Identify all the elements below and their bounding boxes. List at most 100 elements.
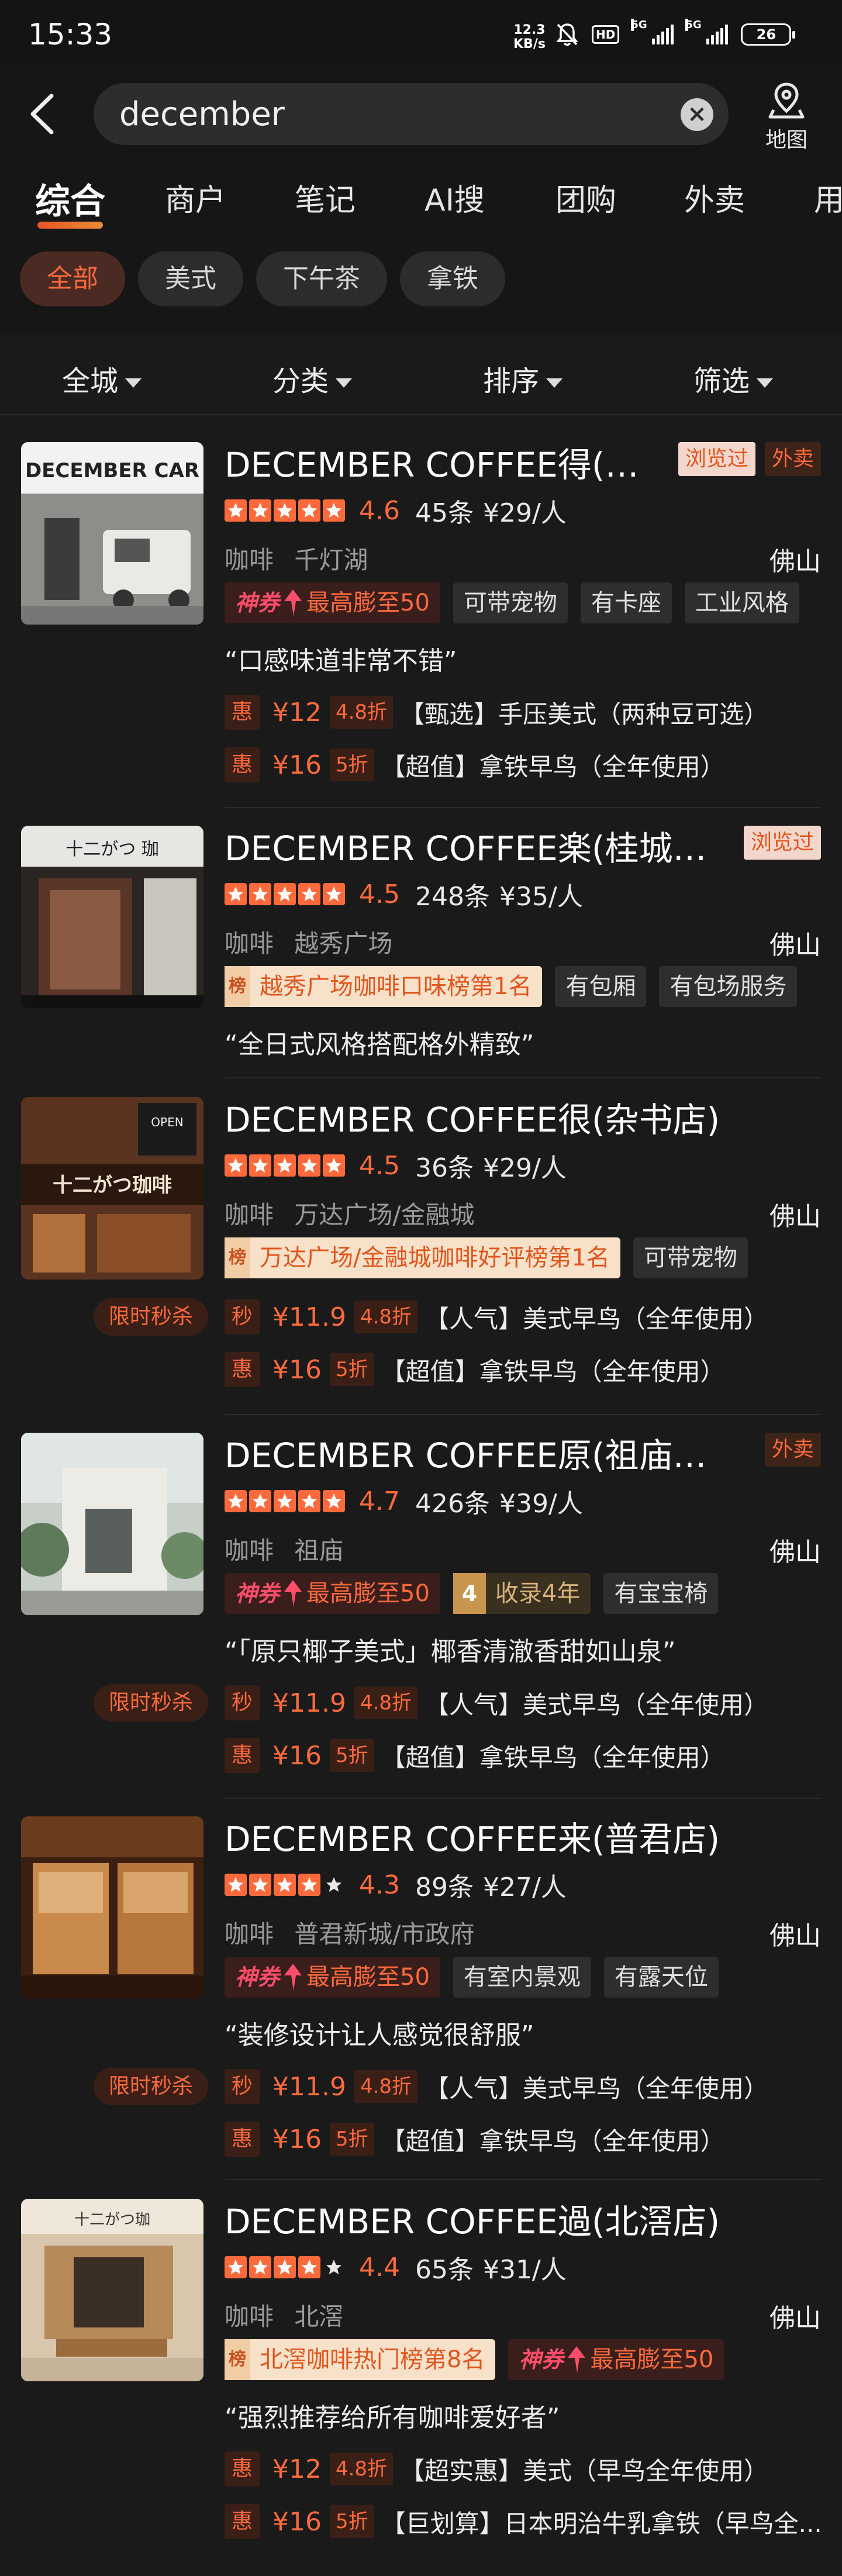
price-per-person: ¥27/人 [482,1872,567,1902]
deal-row[interactable]: 秒 ¥11.9 4.8折 【人气】美式早鸟（全年使用） [225,1684,768,1722]
deal-discount: 5折 [329,749,374,781]
rating-row: 4.5 36条 ¥29/人 [225,1150,567,1183]
price-per-person: ¥29/人 [482,1153,567,1183]
deal-name: 【巨划算】日本明治牛乳拿铁（早鸟全... [381,2509,822,2538]
divider [225,807,821,808]
star-icon [274,883,296,905]
store-badges: 外卖 [764,1433,821,1467]
feature-tag: 有室内景观 [453,1957,591,1998]
filter-screen[interactable]: 筛选 [693,358,773,399]
tab-delivery[interactable]: 外卖 [684,175,745,219]
star-icon [225,1490,247,1512]
feature-tag: 有露天位 [603,1957,719,1998]
star-rating [225,1490,345,1512]
rating-score: 4.3 [359,1870,400,1900]
filter-city[interactable]: 全城 [62,358,142,399]
coupon-tag[interactable]: 神券 最高膨至50 [225,582,440,623]
deal-row[interactable]: 惠 ¥16 5折 【巨划算】日本明治牛乳拿铁（早鸟全... [225,2503,822,2540]
star-icon [249,1490,271,1512]
arrow-up-icon [284,1580,302,1607]
network-speed-unit: KB/s [513,37,546,51]
review-count: 248条 [415,882,490,912]
coupon-label: 神券 [235,1581,280,1606]
filter-bar: 全城 分类 排序 筛选 [0,334,842,415]
price-per-person: ¥29/人 [482,498,567,528]
battery-icon: 26 [741,23,796,46]
chip-afternoon-tea[interactable]: 下午茶 [256,251,387,306]
ranking-tag[interactable]: 榜 万达广场/金融城咖啡好评榜第1名 [225,1237,620,1278]
search-box[interactable]: × [94,83,729,145]
star-rating [225,1154,345,1177]
storefront-sign: DECEMBER CAR [25,459,199,482]
status-time: 15:33 [28,18,113,51]
store-badges: 浏览过 外卖 [678,442,821,476]
chip-latte[interactable]: 拿铁 [400,251,505,306]
coupon-text: 最高膨至50 [306,589,430,616]
tab-group-buy[interactable]: 团购 [555,175,616,219]
tab-merchants[interactable]: 商户 [165,175,226,219]
store-name[interactable]: DECEMBER COFFEE過(北滘店) [225,2194,720,2243]
back-button[interactable] [23,88,61,140]
deal-type-badge: 惠 [225,2122,260,2157]
star-icon [298,1490,320,1512]
map-label: 地图 [765,128,808,152]
coupon-tag[interactable]: 神券 最高膨至50 [225,1957,440,1998]
store-name[interactable]: DECEMBER COFFEE来(普君店) [225,1812,720,1861]
store-name[interactable]: DECEMBER COFFEE很(杂书店) [225,1092,720,1142]
area: 越秀广场 [294,929,393,958]
deal-discount: 5折 [329,2505,374,2538]
map-button[interactable]: 地图 [754,81,819,152]
coupon-tag[interactable]: 神券 最高膨至50 [508,2339,724,2380]
delivery-badge: 外卖 [764,1433,821,1467]
deal-row[interactable]: 惠 ¥12 4.8折 【超实惠】美式（早鸟全年使用） [225,2450,768,2488]
clear-search-button[interactable]: × [681,98,713,131]
search-input[interactable] [119,95,634,133]
mute-bell-icon [556,23,578,46]
filter-sort[interactable]: 排序 [483,358,563,399]
ranking-tag[interactable]: 榜 越秀广场咖啡口味榜第1名 [225,966,543,1007]
store-photo [21,1816,203,1999]
tab-ai-search[interactable]: AI搜 [425,175,485,219]
star-rating [225,1874,345,1896]
divider [225,2179,821,2180]
store-name[interactable]: DECEMBER COFFEE得(手... [225,437,657,487]
deal-row[interactable]: 惠 ¥16 5折 【超值】拿铁早鸟（全年使用） [225,1737,725,1774]
arrow-up-icon [568,2346,586,2373]
star-icon [274,1490,296,1512]
feature-tag: 可带宠物 [453,582,568,623]
coupon-label: 神券 [235,590,280,616]
deal-row[interactable]: 惠 ¥16 5折 【超值】拿铁早鸟（全年使用） [225,2120,725,2158]
deal-row[interactable]: 惠 ¥16 5折 【超值】拿铁早鸟（全年使用） [225,1351,725,1388]
network-speed-value: 12.3 [513,23,546,37]
star-icon [225,2256,247,2278]
feature-tag: 可带宠物 [633,1237,748,1278]
arrow-up-icon [284,589,302,616]
star-icon [225,1154,247,1177]
star-icon [323,2256,345,2278]
rating-row: 4.3 89条 ¥27/人 [225,1869,567,1902]
chip-all[interactable]: 全部 [20,251,125,306]
filter-category[interactable]: 分类 [272,358,352,399]
tab-notes[interactable]: 笔记 [295,175,356,219]
category: 咖啡 [225,1920,274,1949]
store-name[interactable]: DECEMBER COFFEE楽(桂城桂... [225,821,727,870]
signal-5g-label-2: 5G [685,19,702,31]
star-icon [225,1874,247,1896]
store-name[interactable]: DECEMBER COFFEE原(祖庙店) [225,1428,716,1477]
store-badges: 浏览过 [743,826,821,860]
deal-row[interactable]: 秒 ¥11.9 4.8折 【人气】美式早鸟（全年使用） [225,1298,768,1336]
coupon-text: 最高膨至50 [306,1964,430,1991]
deal-row[interactable]: 惠 ¥16 5折 【超值】拿铁早鸟（全年使用） [225,746,725,784]
delivery-badge: 外卖 [764,442,821,476]
deal-row[interactable]: 惠 ¥12 4.8折 【甄选】手压美式（两种豆可选） [225,694,768,731]
tab-comprehensive[interactable]: 综合 [35,173,105,229]
coupon-tag[interactable]: 神券 最高膨至50 [225,1573,440,1614]
divider [225,1414,821,1415]
deal-name: 【甄选】手压美式（两种豆可选） [400,699,769,729]
deal-row[interactable]: 秒 ¥11.9 4.8折 【人气】美式早鸟（全年使用） [225,2068,768,2105]
tab-users[interactable]: 用 [814,175,842,219]
chip-americano[interactable]: 美式 [138,251,243,306]
star-icon [323,499,345,522]
price-per-person: ¥39/人 [499,1489,583,1519]
ranking-tag[interactable]: 榜 北滘咖啡热门榜第8名 [225,2339,496,2380]
